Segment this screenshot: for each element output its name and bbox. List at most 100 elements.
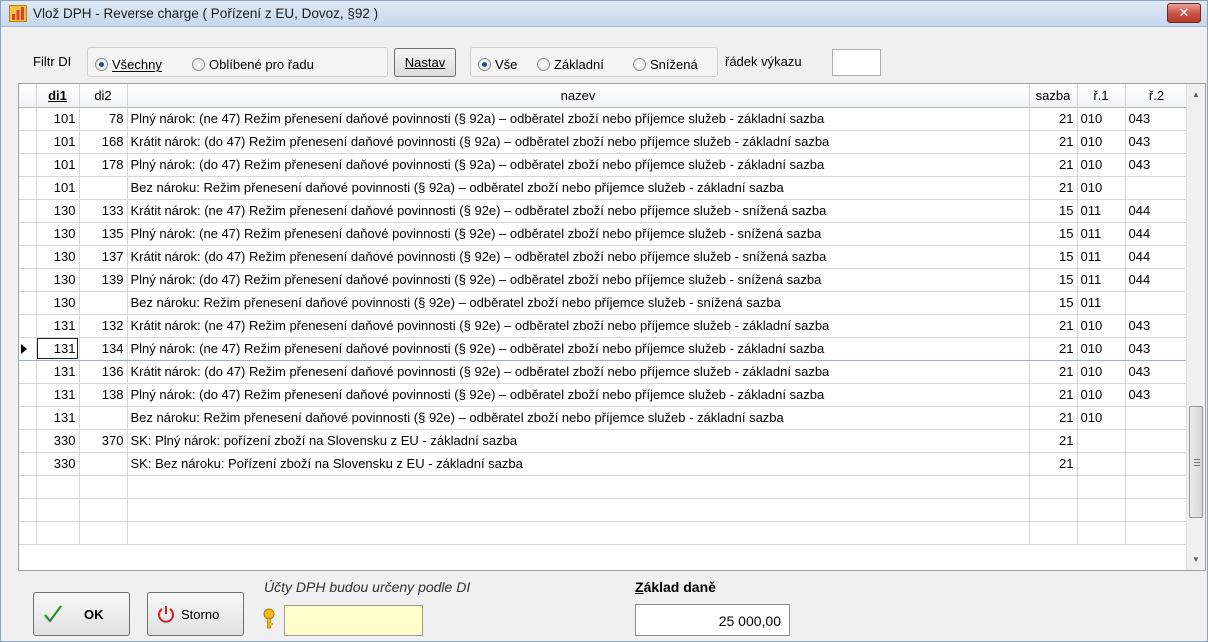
cell-di2[interactable]: 133 xyxy=(79,199,128,223)
cell-di2[interactable]: 132 xyxy=(79,314,128,338)
cell-di1[interactable]: 130 xyxy=(36,199,80,223)
cell-r2[interactable] xyxy=(1125,406,1189,430)
cell-nazev[interactable]: Plný nárok: (ne 47) Režim přenesení daňo… xyxy=(127,336,1030,361)
cell-r2[interactable]: 043 xyxy=(1125,314,1189,338)
cell-r2[interactable]: 044 xyxy=(1125,199,1189,223)
cell-di1[interactable]: 101 xyxy=(36,130,80,154)
cell-sazba[interactable]: 15 xyxy=(1029,268,1078,292)
cell-r1[interactable]: 011 xyxy=(1077,291,1126,315)
cell-di1[interactable]: 130 xyxy=(36,268,80,292)
cell-di1[interactable]: 131 xyxy=(36,360,80,384)
col-header-nazev[interactable]: nazev xyxy=(127,84,1030,108)
table-row[interactable]: 101 168 Krátit nárok: (do 47) Režim přenes… xyxy=(19,130,1189,154)
cell-di2[interactable]: 139 xyxy=(79,268,128,292)
radio-zakladni[interactable]: Základní xyxy=(537,57,604,73)
cell-di2[interactable]: 134 xyxy=(79,336,128,361)
cell-nazev[interactable]: Krátit nárok: (do 47) Režim přenesení da… xyxy=(127,360,1030,384)
cell-nazev[interactable]: Plný nárok: (do 47) Režim přenesení daňo… xyxy=(127,383,1030,407)
cell-di2[interactable] xyxy=(79,291,128,315)
cell-nazev[interactable]: Bez nároku: Režim přenesení daňové povin… xyxy=(127,406,1030,430)
cell-sazba[interactable]: 21 xyxy=(1029,314,1078,338)
col-header-di2[interactable]: di2 xyxy=(79,84,128,108)
cell-r2[interactable]: 043 xyxy=(1125,383,1189,407)
cell-sazba[interactable]: 21 xyxy=(1029,130,1078,154)
cell-di1[interactable]: 330 xyxy=(36,429,80,453)
cell-nazev[interactable]: Bez nároku: Režim přenesení daňové povin… xyxy=(127,291,1030,315)
cell-di2[interactable]: 168 xyxy=(79,130,128,154)
cell-sazba[interactable]: 21 xyxy=(1029,406,1078,430)
table-row[interactable]: 131 134 Plný nárok: (ne 47) Režim přenesen… xyxy=(19,336,1189,361)
table-row[interactable]: 101 Bez nároku: Režim přenesení daňové po… xyxy=(19,176,1189,200)
storno-button[interactable]: Storno xyxy=(147,592,244,636)
ok-button[interactable]: OK xyxy=(33,592,130,636)
cell-r1[interactable]: 010 xyxy=(1077,383,1126,407)
cell-r1[interactable]: 011 xyxy=(1077,245,1126,269)
table-row[interactable]: 101 178 Plný nárok: (do 47) Režim přenesen… xyxy=(19,153,1189,177)
cell-di1[interactable]: 131 xyxy=(36,314,80,338)
table-row[interactable]: 131 136 Krátit nárok: (do 47) Režim přenes… xyxy=(19,360,1189,384)
cell-r1[interactable]: 011 xyxy=(1077,268,1126,292)
nastav-button[interactable]: Nastav xyxy=(394,48,456,77)
cell-sazba[interactable]: 21 xyxy=(1029,383,1078,407)
cell-nazev[interactable]: SK: Plný nárok: pořízení zboží na Sloven… xyxy=(127,429,1030,453)
cell-sazba[interactable]: 15 xyxy=(1029,199,1078,223)
cell-di1[interactable]: 101 xyxy=(36,153,80,177)
cell-sazba[interactable]: 21 xyxy=(1029,429,1078,453)
cell-r2[interactable] xyxy=(1125,452,1189,476)
cell-di1[interactable]: 330 xyxy=(36,452,80,476)
table-row[interactable]: 130 139 Plný nárok: (do 47) Režim přenesen… xyxy=(19,268,1189,292)
cell-r1[interactable]: 010 xyxy=(1077,130,1126,154)
scroll-down-icon[interactable]: ▼ xyxy=(1187,551,1205,568)
cell-nazev[interactable]: Plný nárok: (ne 47) Režim přenesení daňo… xyxy=(127,107,1030,131)
cell-r2[interactable]: 043 xyxy=(1125,336,1189,361)
col-header-sazba[interactable]: sazba xyxy=(1029,84,1078,108)
col-header-di1[interactable]: di1 xyxy=(36,84,80,108)
cell-di2[interactable]: 138 xyxy=(79,383,128,407)
cell-r1[interactable]: 010 xyxy=(1077,314,1126,338)
cell-di2[interactable]: 78 xyxy=(79,107,128,131)
cell-nazev[interactable]: Plný nárok: (do 47) Režim přenesení daňo… xyxy=(127,153,1030,177)
cell-di2[interactable] xyxy=(79,452,128,476)
cell-di2[interactable] xyxy=(79,406,128,430)
cell-r2[interactable]: 043 xyxy=(1125,107,1189,131)
radio-vsechny[interactable]: Všechny xyxy=(95,57,162,73)
cell-r2[interactable] xyxy=(1125,429,1189,453)
cell-nazev[interactable]: Krátit nárok: (ne 47) Režim přenesení da… xyxy=(127,314,1030,338)
cell-r2[interactable]: 044 xyxy=(1125,268,1189,292)
key-icon[interactable] xyxy=(260,608,278,630)
cell-di1[interactable]: 130 xyxy=(36,245,80,269)
cell-sazba[interactable]: 15 xyxy=(1029,291,1078,315)
cell-r1[interactable]: 011 xyxy=(1077,199,1126,223)
cell-r2[interactable]: 043 xyxy=(1125,360,1189,384)
cell-r1[interactable]: 011 xyxy=(1077,222,1126,246)
col-header-r1[interactable]: ř.1 xyxy=(1077,84,1126,108)
cell-di2[interactable]: 137 xyxy=(79,245,128,269)
cell-r1[interactable] xyxy=(1077,452,1126,476)
radio-snizena[interactable]: Snížená xyxy=(633,57,698,73)
cell-di2[interactable]: 370 xyxy=(79,429,128,453)
cell-sazba[interactable]: 15 xyxy=(1029,222,1078,246)
radio-vse[interactable]: Vše xyxy=(478,57,517,73)
table-row[interactable]: 130 Bez nároku: Režim přenesení daňové po… xyxy=(19,291,1189,315)
cell-r1[interactable] xyxy=(1077,429,1126,453)
cell-r1[interactable]: 010 xyxy=(1077,406,1126,430)
zaklad-dane-input[interactable]: 25 000,00 xyxy=(635,604,790,636)
cell-sazba[interactable]: 15 xyxy=(1029,245,1078,269)
table-row[interactable]: 131 138 Plný nárok: (do 47) Režim přenesen… xyxy=(19,383,1189,407)
cell-r1[interactable]: 010 xyxy=(1077,336,1126,361)
cell-di2[interactable]: 178 xyxy=(79,153,128,177)
cell-di1[interactable]: 101 xyxy=(36,176,80,200)
cell-di1[interactable]: 131 xyxy=(36,336,80,361)
cell-di2[interactable]: 135 xyxy=(79,222,128,246)
cell-nazev[interactable]: Krátit nárok: (do 47) Režim přenesení da… xyxy=(127,130,1030,154)
cell-sazba[interactable]: 21 xyxy=(1029,452,1078,476)
cell-r1[interactable]: 010 xyxy=(1077,107,1126,131)
cell-sazba[interactable]: 21 xyxy=(1029,336,1078,361)
radio-oblibene[interactable]: Oblíbené pro řadu xyxy=(192,57,314,73)
cell-r2[interactable]: 044 xyxy=(1125,222,1189,246)
scroll-up-icon[interactable]: ▲ xyxy=(1187,86,1205,103)
cell-nazev[interactable]: Plný nárok: (ne 47) Režim přenesení daňo… xyxy=(127,222,1030,246)
cell-sazba[interactable]: 21 xyxy=(1029,153,1078,177)
table-row[interactable]: 131 Bez nároku: Režim přenesení daňové po… xyxy=(19,406,1189,430)
table-row[interactable]: 130 137 Krátit nárok: (do 47) Režim přenes… xyxy=(19,245,1189,269)
